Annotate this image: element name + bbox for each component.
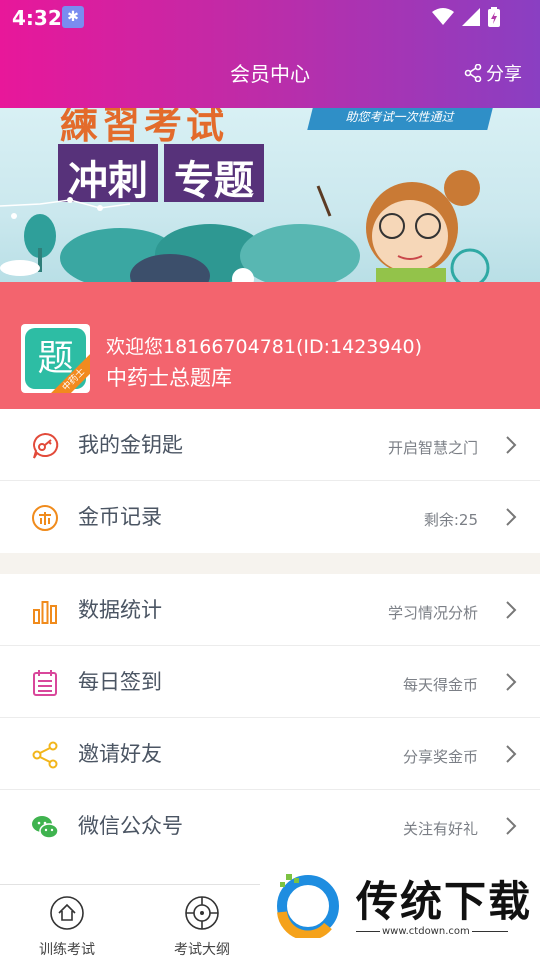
menu-item-invite-friends[interactable]: 邀请好友 分享奖金币	[0, 718, 540, 790]
section-gap	[0, 553, 540, 574]
watermark: 传统下载 www.ctdown.com	[260, 850, 540, 960]
menu-item-hint: 剩余:25	[423, 511, 478, 529]
menu-item-golden-key[interactable]: 我的金钥匙 开启智慧之门	[0, 409, 540, 481]
chevron-right-icon	[506, 436, 517, 454]
divider	[356, 931, 380, 932]
share-label: 分享	[486, 64, 522, 85]
status-icons	[432, 7, 500, 27]
promo-banner[interactable]: 練習考试 助您考试一次性通过 冲刺 专题	[0, 108, 540, 282]
tab-training-exam[interactable]: 训练考试	[12, 891, 122, 959]
menu-item-daily-checkin[interactable]: 每日签到 每天得金币	[0, 646, 540, 718]
coin-icon	[32, 505, 58, 531]
watermark-text: 传统下载	[356, 877, 533, 926]
battery-icon	[488, 7, 500, 27]
home-icon	[50, 896, 84, 930]
chevron-right-icon	[506, 601, 517, 619]
tab-label: 训练考试	[39, 942, 95, 958]
banner-illustration	[0, 170, 490, 282]
header-bar: 4:32 ✱ 会员中心 分享	[0, 0, 540, 108]
watermark-logo-icon	[277, 874, 339, 938]
menu-item-label: 我的金钥匙	[78, 433, 183, 457]
calendar-icon	[33, 670, 57, 696]
tab-exam-outline[interactable]: 考试大纲	[147, 891, 257, 959]
menu-item-statistics[interactable]: 数据统计 学习情况分析	[0, 574, 540, 646]
chevron-right-icon	[506, 745, 517, 763]
watermark-url: www.ctdown.com	[382, 926, 470, 937]
key-icon	[33, 432, 59, 459]
chevron-right-icon	[506, 508, 517, 526]
wifi-icon	[432, 8, 454, 25]
page-title: 会员中心	[230, 62, 310, 86]
welcome-text: 欢迎您18166704781(ID:1423940)	[106, 336, 423, 358]
menu-item-label: 微信公众号	[78, 814, 183, 838]
menu-item-coin-record[interactable]: 金币记录 剩余:25	[0, 481, 540, 553]
share-icon	[32, 741, 58, 769]
menu-item-hint: 学习情况分析	[387, 604, 478, 622]
bar-chart-icon	[33, 601, 57, 624]
menu-item-hint: 分享奖金币	[402, 748, 478, 766]
divider	[472, 931, 508, 932]
question-bank-name: 中药士总题库	[106, 366, 232, 390]
menu-item-label: 每日签到	[78, 670, 162, 694]
avatar[interactable]: 题 中药士	[21, 324, 90, 393]
chevron-right-icon	[506, 673, 517, 691]
target-icon	[185, 896, 219, 930]
app-notification-icon: ✱	[62, 6, 84, 28]
menu-item-hint: 开启智慧之门	[387, 439, 478, 457]
menu-item-label: 邀请好友	[78, 742, 162, 766]
share-icon	[464, 64, 482, 82]
menu-item-hint: 每天得金币	[402, 676, 478, 694]
profile-card: 题 中药士 欢迎您18166704781(ID:1423940) 中药士总题库	[0, 282, 540, 409]
status-time: 4:32	[12, 6, 62, 30]
menu-item-label: 金币记录	[78, 505, 162, 529]
menu-item-label: 数据统计	[78, 598, 162, 622]
wechat-icon	[32, 816, 59, 839]
share-button[interactable]: 分享	[464, 60, 522, 86]
status-bar: 4:32 ✱	[0, 0, 540, 36]
signal-icon	[462, 8, 480, 26]
tab-label: 考试大纲	[174, 942, 230, 958]
menu-item-hint: 关注有好礼	[402, 820, 478, 838]
chevron-right-icon	[506, 817, 517, 835]
